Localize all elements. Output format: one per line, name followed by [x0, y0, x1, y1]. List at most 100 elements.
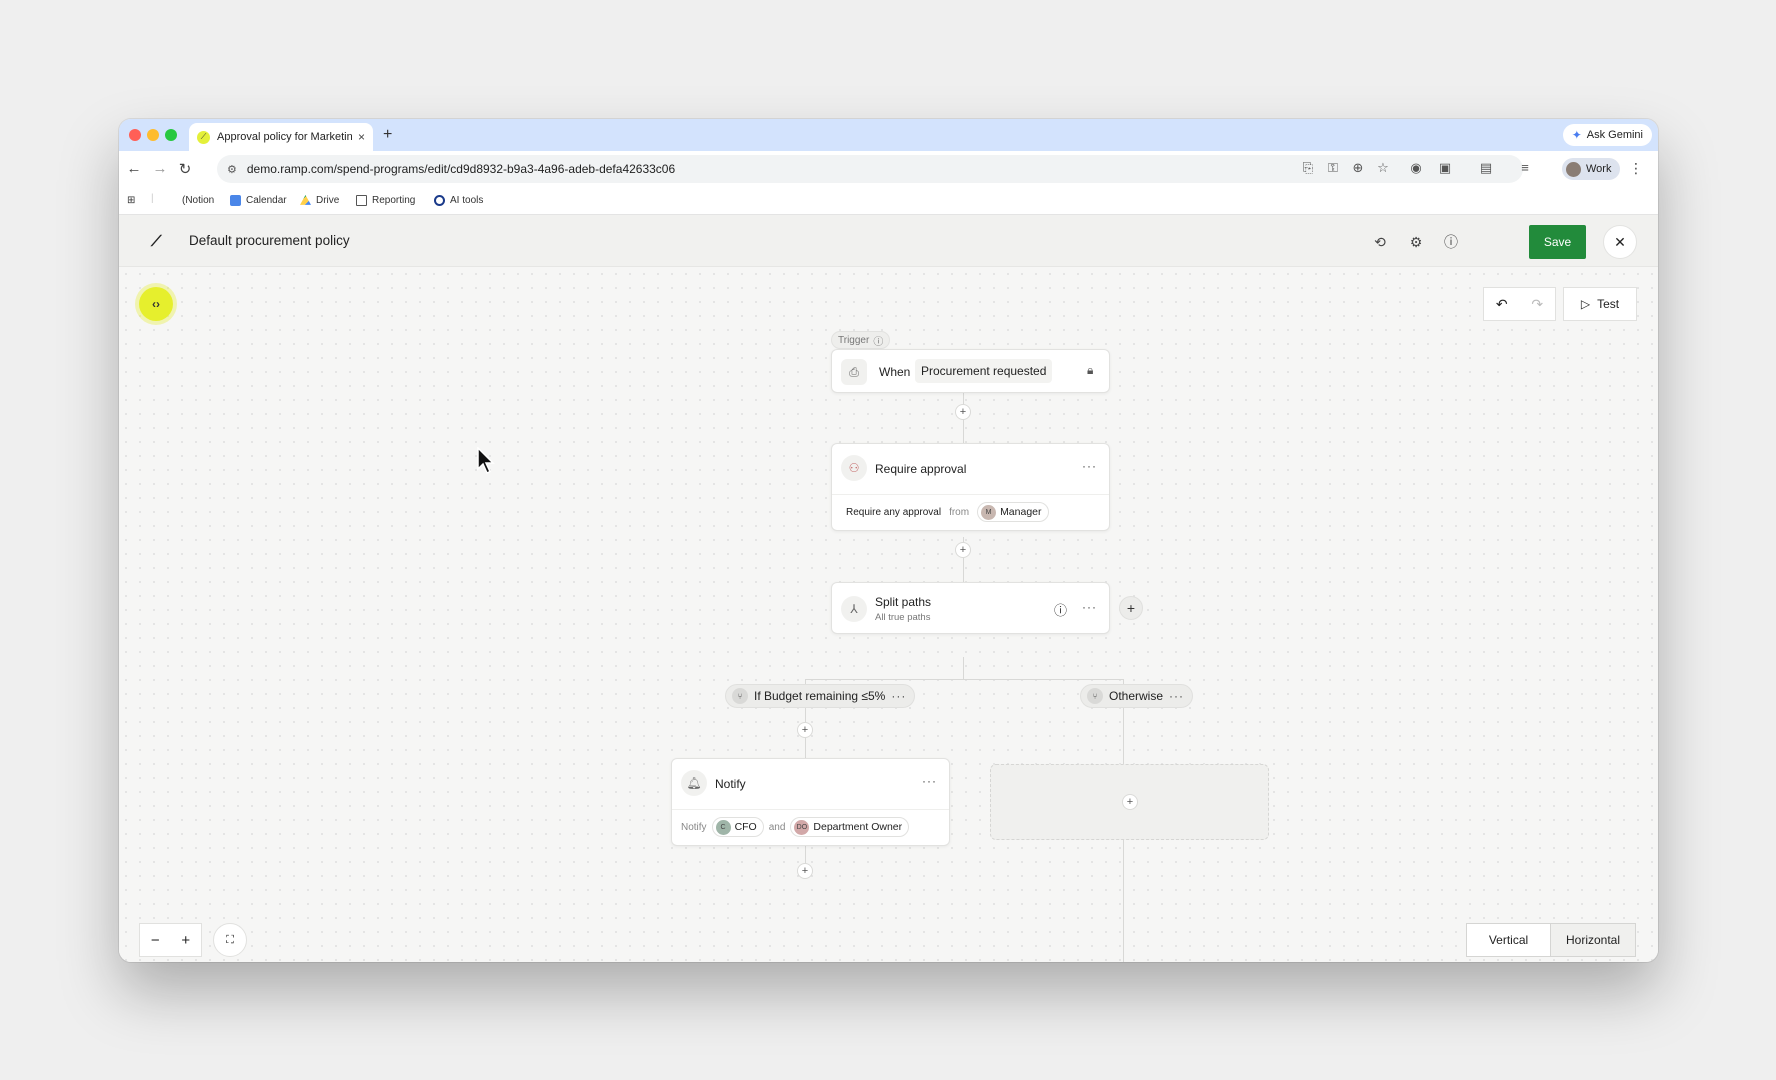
- approver-label: Manager: [1000, 506, 1042, 518]
- trigger-when: When: [879, 365, 911, 379]
- extension-icon[interactable]: ◉: [1407, 160, 1425, 176]
- undo-icon[interactable]: ↶: [1496, 296, 1508, 313]
- play-icon: ▷: [1580, 297, 1591, 311]
- split-icon: ⅄: [841, 596, 867, 622]
- install-app-icon[interactable]: ⎘: [1299, 160, 1317, 176]
- ask-gemini-button[interactable]: ✦ Ask Gemini: [1562, 124, 1652, 146]
- approver-pill[interactable]: M Manager: [977, 502, 1049, 522]
- orientation-vertical[interactable]: Vertical: [1467, 924, 1551, 956]
- close-window-button[interactable]: [129, 129, 141, 141]
- add-step-button[interactable]: +: [797, 722, 813, 738]
- user-check-icon: ⚇: [841, 455, 867, 481]
- notify-row: Notify C CFO and DO Department Owner: [681, 817, 910, 837]
- extensions-puzzle-icon[interactable]: ▣: [1436, 160, 1454, 176]
- recipient-avatar: C: [715, 819, 731, 835]
- apps-grid-icon[interactable]: ⊞: [127, 195, 135, 206]
- approver-avatar: M: [981, 504, 997, 520]
- more-options-icon[interactable]: ···: [891, 689, 906, 703]
- mouse-cursor-icon: [477, 447, 495, 475]
- procurement-icon: ⎙: [841, 359, 867, 385]
- bookmark-star-icon[interactable]: ☆: [1374, 160, 1392, 176]
- trigger-card[interactable]: ⎙ When Procurement requested 🔒︎: [831, 349, 1110, 393]
- bookmark-ai-tools[interactable]: AI tools: [434, 195, 483, 206]
- approval-rule[interactable]: Require any approval: [846, 507, 941, 518]
- new-tab-button[interactable]: +: [383, 126, 392, 144]
- media-controls-icon[interactable]: ≡: [1516, 160, 1534, 175]
- orientation-toggle: Vertical Horizontal: [1466, 923, 1636, 957]
- ai-tools-icon: [434, 195, 445, 206]
- recipient-pill-cfo[interactable]: C CFO: [711, 817, 764, 837]
- browser-window: ⟋ Approval policy for Marketing × + ✦ As…: [119, 119, 1658, 962]
- code-view-button[interactable]: ‹›: [139, 287, 173, 321]
- back-icon[interactable]: ←: [125, 160, 143, 177]
- bookmark-label: Reporting: [372, 195, 416, 206]
- save-button[interactable]: Save: [1529, 225, 1586, 259]
- site-settings-icon[interactable]: ⚙: [227, 163, 237, 176]
- password-key-icon[interactable]: ⚿: [1324, 160, 1342, 176]
- branch-if-budget[interactable]: ⑂ If Budget remaining ≤5% ···: [725, 684, 916, 708]
- add-step-button[interactable]: +: [955, 404, 971, 420]
- profile-chip[interactable]: Work: [1562, 158, 1621, 180]
- split-subtitle: All true paths: [875, 612, 931, 623]
- bookmark-label: Drive: [316, 195, 340, 206]
- app-header: ⟋ Default procurement policy ⟲ ⚙ ⓘ Save …: [119, 215, 1658, 267]
- profile-label: Work: [1586, 163, 1612, 175]
- help-icon[interactable]: ⓘ: [1442, 233, 1460, 251]
- add-step-button[interactable]: +: [797, 863, 813, 879]
- bookmark-notion[interactable]: (Notion: [182, 195, 214, 206]
- bookmarks-bar: ⊞ | (Notion Calendar Drive Reporting AI …: [119, 187, 1658, 215]
- trigger-event[interactable]: Procurement requested: [915, 359, 1053, 383]
- approval-rule-row: Require any approval from M Manager: [846, 502, 1049, 522]
- split-title: Split paths: [875, 595, 932, 609]
- branch-otherwise[interactable]: ⑂ Otherwise ···: [1080, 684, 1194, 708]
- trigger-tag-label: Trigger: [838, 334, 870, 346]
- connector-line: [963, 657, 964, 679]
- require-approval-card[interactable]: ⚇ Require approval ··· Require any appro…: [831, 443, 1110, 531]
- reload-icon[interactable]: ↻: [176, 160, 194, 178]
- minimize-window-button[interactable]: [147, 129, 159, 141]
- calendar-icon: [230, 195, 241, 206]
- bookmark-reporting[interactable]: Reporting: [356, 195, 415, 206]
- bookmark-drive[interactable]: Drive: [300, 195, 339, 206]
- split-paths-card[interactable]: ⅄ Split paths All true paths ⓘ ···: [831, 582, 1110, 634]
- branch-label: Otherwise: [1109, 689, 1164, 703]
- url-text: demo.ramp.com/spend-programs/edit/cd9d89…: [246, 162, 676, 176]
- empty-branch-dropzone[interactable]: +: [990, 764, 1269, 840]
- more-options-icon[interactable]: ···: [1169, 689, 1184, 703]
- tab-close-icon[interactable]: ×: [358, 130, 365, 144]
- browser-menu-icon[interactable]: ⋮: [1629, 160, 1643, 177]
- zoom-in-icon[interactable]: +: [181, 932, 190, 949]
- branch-icon: ⑂: [732, 688, 748, 704]
- recipient-pill-department-owner[interactable]: DO Department Owner: [790, 817, 910, 837]
- add-step-button[interactable]: +: [1122, 794, 1138, 810]
- info-icon[interactable]: ⓘ: [1054, 600, 1067, 619]
- browser-tab-active[interactable]: ⟋ Approval policy for Marketing ×: [189, 123, 373, 151]
- recipient-label: CFO: [734, 821, 757, 833]
- add-step-button[interactable]: +: [955, 542, 971, 558]
- workflow-canvas[interactable]: ‹› ↶ ↷ ▷ Test Trigger ⓘ ⎙ When Procureme…: [119, 267, 1658, 962]
- forward-icon[interactable]: →: [151, 160, 169, 177]
- maximize-window-button[interactable]: [165, 129, 177, 141]
- side-panel-icon[interactable]: ▤: [1477, 160, 1495, 176]
- zoom-out-icon[interactable]: −: [151, 932, 160, 949]
- ramp-favicon-icon: ⟋: [197, 130, 210, 144]
- ramp-logo-icon[interactable]: ⟋: [151, 233, 162, 250]
- zoom-icon[interactable]: ⊕: [1349, 160, 1367, 176]
- bookmark-label: Calendar: [246, 195, 287, 206]
- test-button[interactable]: ▷ Test: [1563, 287, 1637, 321]
- gemini-sparkle-icon: ✦: [1571, 128, 1582, 142]
- more-options-icon[interactable]: ···: [1082, 600, 1097, 614]
- redo-icon[interactable]: ↷: [1531, 296, 1543, 313]
- orientation-horizontal[interactable]: Horizontal: [1551, 924, 1635, 956]
- gear-icon[interactable]: ⚙: [1407, 233, 1425, 251]
- notify-prefix: Notify: [681, 821, 707, 833]
- history-icon[interactable]: ⟲: [1371, 233, 1389, 251]
- more-options-icon[interactable]: ···: [922, 774, 937, 788]
- notify-card[interactable]: 🔔︎ Notify ··· Notify C CFO and DO Depart…: [671, 758, 950, 846]
- more-options-icon[interactable]: ···: [1082, 459, 1097, 473]
- fit-view-icon[interactable]: ⛶: [213, 923, 247, 957]
- add-path-button[interactable]: +: [1119, 596, 1143, 620]
- bell-icon: 🔔︎: [681, 770, 707, 796]
- bookmark-calendar[interactable]: Calendar: [230, 195, 287, 206]
- close-editor-button[interactable]: ✕: [1603, 225, 1637, 259]
